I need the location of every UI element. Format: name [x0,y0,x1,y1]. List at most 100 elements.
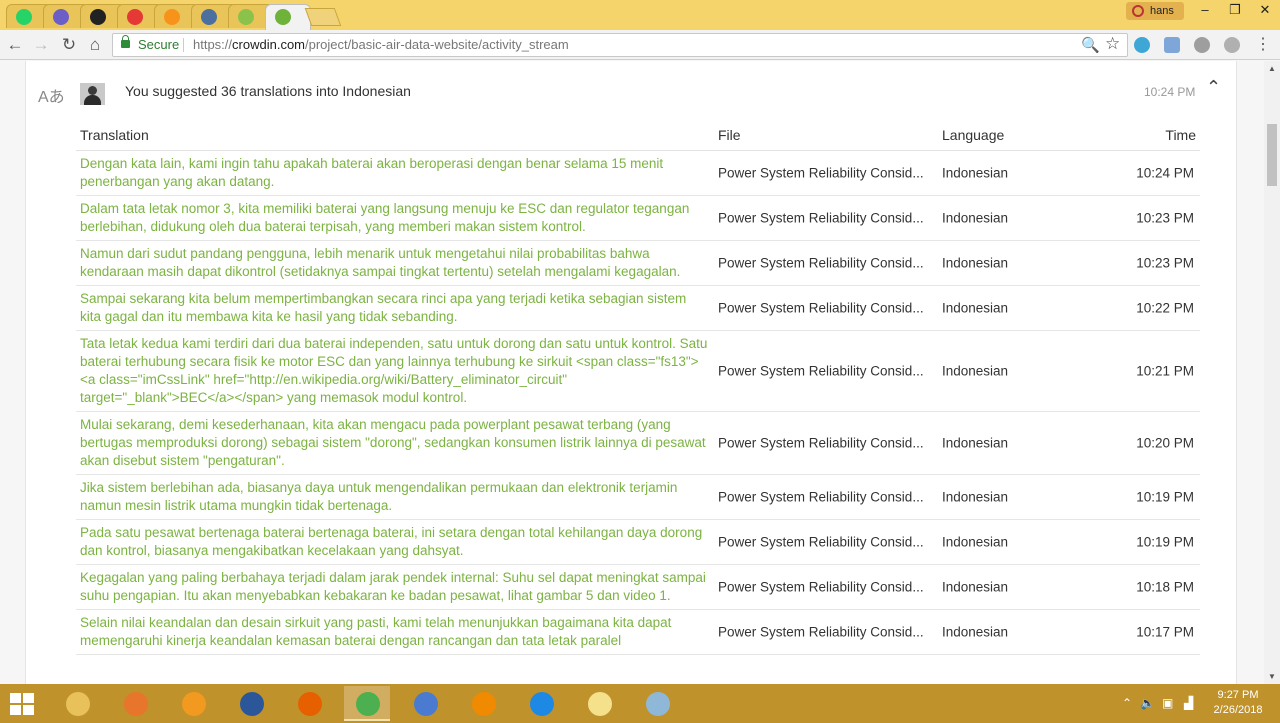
scroll-down-arrow-icon[interactable]: ▼ [1268,672,1276,681]
volume-icon[interactable]: 🔈 [1140,696,1155,710]
github-icon [90,9,106,25]
language-name: Indonesian [942,435,1009,451]
taskbar-app-firefox-nightly[interactable] [170,686,216,721]
forward-button[interactable]: → [30,34,52,56]
profile-name: hans [1150,5,1174,17]
steemit-icon [201,9,217,25]
network-icon[interactable]: ▣ [1162,696,1173,710]
wifi-signal-icon[interactable]: ▟ [1184,696,1193,710]
scrollbar-thumb[interactable] [1267,124,1277,186]
file-name: Power System Reliability Consid... [718,165,924,181]
url-text[interactable]: https://crowdin.com/project/basic-air-da… [193,34,569,56]
taskbar-app-chrome[interactable] [344,686,390,721]
avatar[interactable] [80,83,105,105]
taskbar-app-media-player[interactable] [112,686,158,721]
extension-translate-icon[interactable] [1164,37,1180,53]
language-name: Indonesian [942,579,1009,595]
tab-strip: hans – ❐ ✕ [0,0,1280,30]
whatsapp-icon [16,9,32,25]
taskbar-app-vlc[interactable] [460,686,506,721]
browser-icon [53,9,69,25]
extension-shield-icon[interactable] [1194,37,1210,53]
paint-icon [646,692,670,716]
language-name: Indonesian [942,363,1009,379]
table-row[interactable]: Mulai sekarang, demi kesederhanaan, kita… [76,412,1200,475]
activity-headline: You suggested 36 translations into Indon… [125,83,411,99]
profile-button[interactable]: hans [1126,2,1184,20]
collapse-chevron-icon[interactable]: ⌃ [1206,77,1221,98]
extension-gear-icon[interactable] [1134,37,1150,53]
chrome-icon [356,692,380,716]
language-name: Indonesian [942,624,1009,640]
new-tab-button[interactable] [304,8,342,26]
translation-text[interactable]: Jika sistem berlebihan ada, biasanya day… [76,475,708,519]
taskbar-app-paint[interactable] [634,686,680,721]
translation-text[interactable]: Mulai sekarang, demi kesederhanaan, kita… [76,412,708,474]
taskbar-app-chromium[interactable] [402,686,448,721]
bookmark-star-icon[interactable]: ☆ [1105,33,1120,55]
separator [183,38,184,52]
secure-label: Secure [138,37,180,52]
page-content: Aあ You suggested 36 translations into In… [0,61,1264,684]
file-name: Power System Reliability Consid... [718,300,924,316]
file-name: Power System Reliability Consid... [718,489,924,505]
translation-text[interactable]: Dalam tata letak nomor 3, kita memiliki … [76,196,708,240]
minimize-button[interactable]: – [1190,0,1220,20]
taskbar-app-file-explorer[interactable] [54,686,100,721]
close-window-button[interactable]: ✕ [1250,0,1280,20]
translations-table: Translation File Language Time Dengan ka… [76,119,1200,655]
table-row[interactable]: Namun dari sudut pandang pengguna, lebih… [76,241,1200,286]
home-button[interactable]: ⌂ [84,34,106,56]
table-row[interactable]: Dengan kata lain, kami ingin tahu apakah… [76,151,1200,196]
chromium-icon [414,692,438,716]
table-row[interactable]: Selain nilai keandalan dan desain sirkui… [76,610,1200,655]
table-row[interactable]: Pada satu pesawat bertenaga baterai bert… [76,520,1200,565]
word-icon [240,692,264,716]
start-button[interactable] [4,691,40,717]
row-time: 10:20 PM [1136,435,1194,451]
row-time: 10:19 PM [1136,489,1194,505]
row-time: 10:19 PM [1136,534,1194,550]
language-name: Indonesian [942,534,1009,550]
table-row[interactable]: Sampai sekarang kita belum mempertimbang… [76,286,1200,331]
maximize-button[interactable]: ❐ [1220,0,1250,20]
taskbar-app-word[interactable] [228,686,274,721]
translation-text[interactable]: Sampai sekarang kita belum mempertimbang… [76,286,708,330]
url-host: crowdin.com [232,37,305,52]
table-row[interactable]: Dalam tata letak nomor 3, kita memiliki … [76,196,1200,241]
file-name: Power System Reliability Consid... [718,579,924,595]
language-name: Indonesian [942,255,1009,271]
menu-icon[interactable]: ⋮ [1252,34,1274,56]
notes-icon [588,692,612,716]
translation-text[interactable]: Tata letak kedua kami terdiri dari dua b… [76,331,708,411]
taskbar-app-vpn[interactable] [518,686,564,721]
column-file: File [718,127,741,143]
taskbar-app-notes[interactable] [576,686,622,721]
system-clock[interactable]: 9:27 PM 2/26/2018 [1208,688,1268,718]
clock-date: 2/26/2018 [1213,704,1263,716]
taskbar-app-firefox[interactable] [286,686,332,721]
table-row[interactable]: Kegagalan yang paling berbahaya terjadi … [76,565,1200,610]
file-name: Power System Reliability Consid... [718,255,924,271]
translation-text[interactable]: Kegagalan yang paling berbahaya terjadi … [76,565,708,609]
table-row[interactable]: Tata letak kedua kami terdiri dari dua b… [76,331,1200,412]
extension-globe-icon[interactable] [1224,37,1240,53]
reload-button[interactable]: ↻ [58,34,80,56]
table-header: Translation File Language Time [76,119,1200,151]
tray-chevron-icon[interactable]: ⌃ [1122,696,1132,710]
scroll-up-arrow-icon[interactable]: ▲ [1268,64,1276,73]
vertical-scrollbar[interactable]: ▲ ▼ [1264,61,1280,684]
back-button[interactable]: ← [4,34,26,56]
translation-text[interactable]: Selain nilai keandalan dan desain sirkui… [76,610,708,654]
bitcoin-icon [164,9,180,25]
translation-text[interactable]: Namun dari sudut pandang pengguna, lebih… [76,241,708,285]
translation-text[interactable]: Dengan kata lain, kami ingin tahu apakah… [76,151,708,195]
vlc-icon [472,692,496,716]
activity-card: Aあ You suggested 36 translations into In… [25,61,1237,684]
table-row[interactable]: Jika sistem berlebihan ada, biasanya day… [76,475,1200,520]
activity-time: 10:24 PM [1144,85,1196,99]
address-bar[interactable]: Secure https://crowdin.com/project/basic… [112,33,1128,57]
translation-text[interactable]: Pada satu pesawat bertenaga baterai bert… [76,520,708,564]
zoom-icon[interactable]: 🔍 [1081,35,1100,57]
profile-icon [1132,5,1144,17]
